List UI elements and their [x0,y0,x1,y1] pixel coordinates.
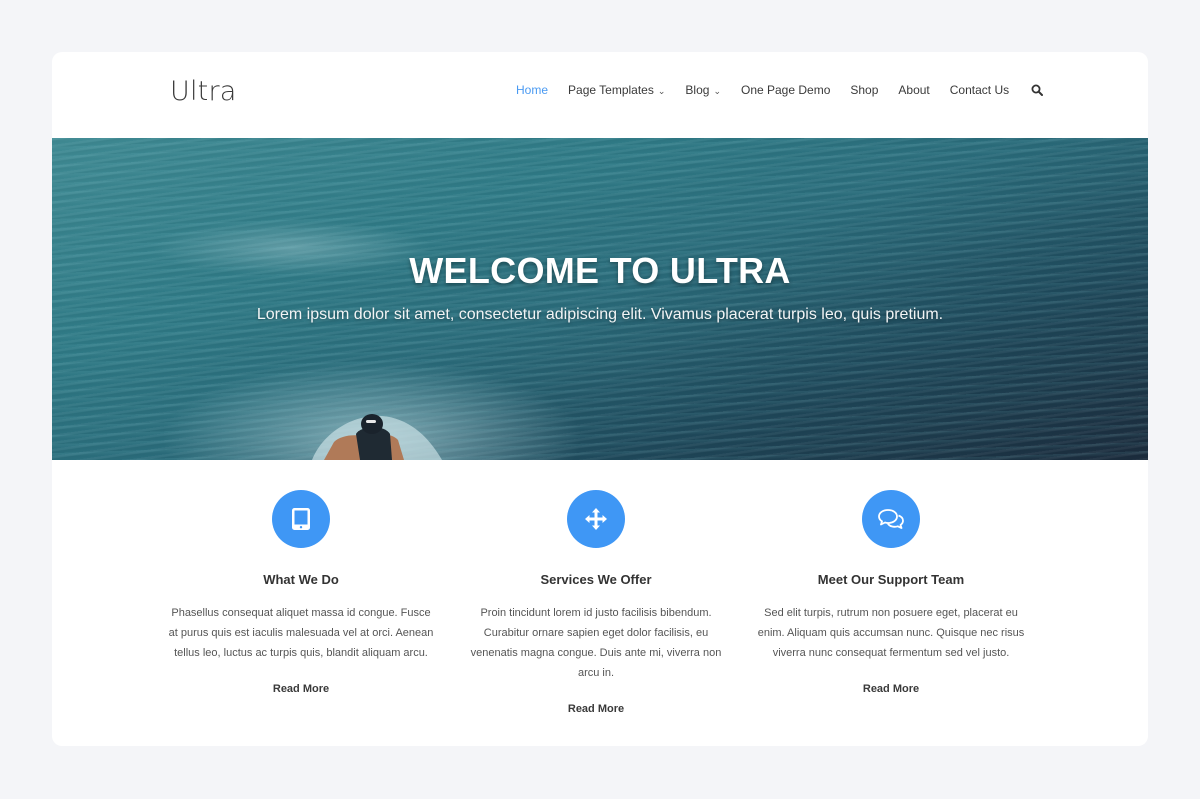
feature-title: What We Do [263,572,339,587]
site-frame: Ultra Home Page Templates ⌄ Blog ⌄ One P… [52,52,1148,746]
nav-item-label: Contact Us [949,83,1010,97]
chat-bubbles-icon [878,509,904,529]
nav-item-contact-us[interactable]: Contact Us [950,83,1009,97]
nav-item-home[interactable]: Home [516,83,548,97]
hero-title: WELCOME TO ULTRA [409,250,791,291]
feature-text: Phasellus consequat aliquet massa id con… [168,607,434,659]
site-logo[interactable]: Ultra [170,76,237,107]
nav-item-label: About [898,83,930,97]
read-more-link[interactable]: Read More [863,683,919,695]
nav-item-label: One Page Demo [740,83,831,97]
arrows-move-icon [585,508,607,530]
nav-item-label: Home [516,83,549,97]
main-nav: Home Page Templates ⌄ Blog ⌄ One Page De… [516,83,1044,97]
feature-title: Meet Our Support Team [817,572,965,587]
site-header: Ultra Home Page Templates ⌄ Blog ⌄ One P… [52,52,1148,138]
hero-banner: WELCOME TO ULTRA Lorem ipsum dolor sit a… [52,138,1148,460]
feature-text: Sed elit turpis, rutrum non posuere eget… [757,607,1025,659]
chevron-down-icon: ⌄ [713,86,721,96]
feature-text: Proin tincidunt lorem id justo facilisis… [470,607,722,679]
feature-icon-circle [272,490,330,548]
nav-item-about[interactable]: About [898,83,929,97]
surfer-figure [312,414,442,460]
nav-item-blog[interactable]: Blog ⌄ [685,83,721,97]
feature-icon-circle [862,490,920,548]
feature-services-we-offer: Services We Offer Proin tincidunt lorem … [461,490,731,717]
feature-support-team: Meet Our Support Team Sed elit turpis, r… [756,490,1026,697]
nav-item-one-page-demo[interactable]: One Page Demo [741,83,830,97]
read-more-link[interactable]: Read More [273,683,329,695]
nav-item-label: Blog [685,83,710,97]
feature-title: Services We Offer [540,572,652,587]
hero-ocean-image [52,138,1148,460]
search-icon[interactable] [1031,84,1044,96]
nav-item-label: Shop [850,83,879,97]
nav-item-shop[interactable]: Shop [850,83,878,97]
nav-item-page-templates[interactable]: Page Templates ⌄ [568,83,665,97]
feature-icon-circle [567,490,625,548]
chevron-down-icon: ⌄ [657,86,666,96]
hero-subtitle: Lorem ipsum dolor sit amet, consectetur … [256,306,944,323]
feature-what-we-do: What We Do Phasellus consequat aliquet m… [166,490,436,697]
read-more-link[interactable]: Read More [568,703,624,715]
nav-item-label: Page Templates [568,83,654,97]
tablet-icon [292,508,310,530]
